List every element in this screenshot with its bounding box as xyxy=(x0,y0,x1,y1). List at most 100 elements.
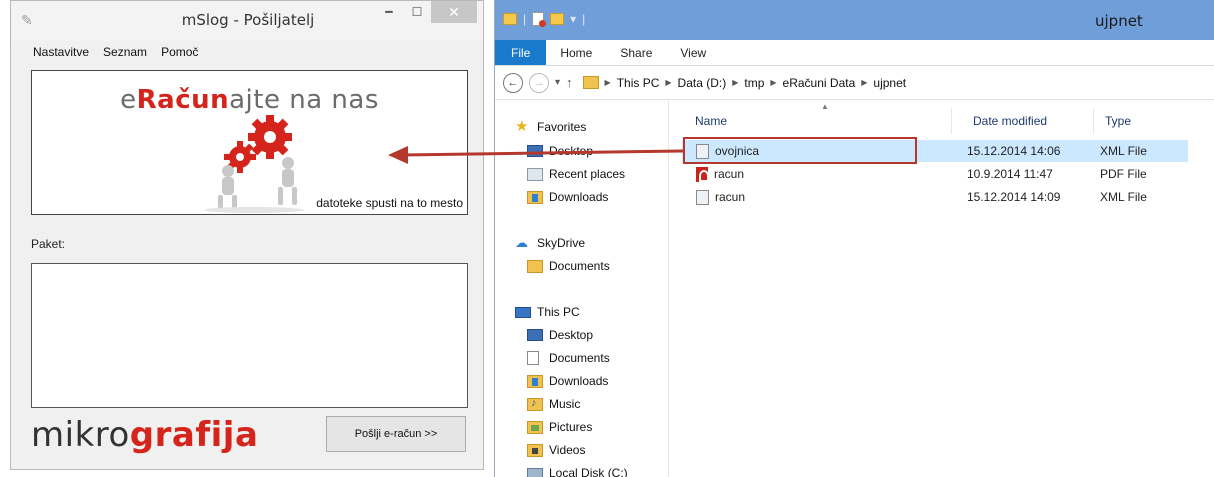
address-bar: ← → ▾ ↑ ▶ This PC ▶ Data (D:) ▶ tmp ▶ eR… xyxy=(495,66,1214,100)
column-divider[interactable] xyxy=(1093,108,1094,134)
navigation-pane[interactable]: ★ Favorites Desktop Recent places Downloa… xyxy=(495,100,669,477)
explorer-window-title: ujpnet xyxy=(1095,12,1143,30)
forward-button[interactable]: → xyxy=(529,72,549,93)
nav-pc-downloads[interactable]: Downloads xyxy=(527,374,608,388)
mslog-window-controls: ━ ☐ ✕ xyxy=(375,1,477,23)
tab-file[interactable]: File xyxy=(495,40,547,65)
paket-list[interactable] xyxy=(31,263,468,408)
folder-icon xyxy=(582,76,599,89)
brand-part-grafija: grafija xyxy=(129,415,259,455)
menu-pomoc[interactable]: Pomoč xyxy=(161,45,198,59)
file-drop-zone[interactable]: eRačunajte na nas datoteke spusti na to … xyxy=(31,70,468,215)
tab-home[interactable]: Home xyxy=(546,40,606,65)
customize-toolbar-icon[interactable]: ▾ xyxy=(570,12,576,26)
close-button[interactable]: ✕ xyxy=(431,1,477,23)
highlight-box xyxy=(683,137,917,164)
chevron-right-icon: ▶ xyxy=(732,78,739,87)
column-divider[interactable] xyxy=(951,108,952,134)
mslog-window: ✎ mSlog - Pošiljatelj ━ ☐ ✕ Nastavitve S… xyxy=(10,0,484,470)
banner-highlight: Račun xyxy=(136,85,230,115)
pictures-folder-icon xyxy=(527,420,543,434)
desktop-icon xyxy=(527,329,543,341)
drop-hint-text: datoteke spusti na to mesto xyxy=(316,196,463,210)
file-name: racun xyxy=(715,190,746,204)
column-header-type[interactable]: Type xyxy=(1105,114,1131,128)
mslog-titlebar[interactable]: ✎ mSlog - Pošiljatelj ━ ☐ ✕ xyxy=(11,1,483,41)
file-date-modified: 10.9.2014 11:47 xyxy=(967,167,1053,181)
back-button[interactable]: ← xyxy=(503,72,523,93)
maximize-button[interactable]: ☐ xyxy=(403,1,431,23)
star-icon: ★ xyxy=(515,118,529,135)
file-type: PDF File xyxy=(1100,167,1147,181)
nav-sky-documents[interactable]: Documents xyxy=(527,259,610,273)
music-folder-icon xyxy=(527,397,543,411)
xml-file-icon xyxy=(696,189,709,205)
tab-share[interactable]: Share xyxy=(606,40,666,65)
nav-pc-local-disk[interactable]: Local Disk (C:) xyxy=(527,466,628,477)
explorer-window: | ▾ | ujpnet File Home Share View ← → ▾ … xyxy=(494,0,1214,477)
column-header-name[interactable]: Name xyxy=(695,114,727,128)
menu-seznam[interactable]: Seznam xyxy=(103,45,147,59)
new-folder-icon[interactable] xyxy=(550,13,565,25)
maximize-icon: ☐ xyxy=(411,5,423,19)
nav-pc-videos[interactable]: Videos xyxy=(527,443,585,457)
pdf-file-icon xyxy=(696,166,709,182)
hard-disk-icon xyxy=(527,468,543,477)
mslog-menubar: Nastavitve Seznam Pomoč xyxy=(11,41,483,63)
breadcrumb-this-pc[interactable]: This PC xyxy=(617,76,660,90)
nav-fav-downloads[interactable]: Downloads xyxy=(527,190,608,204)
breadcrumb-tmp[interactable]: tmp xyxy=(744,76,764,90)
up-arrow-icon[interactable]: ↑ xyxy=(566,75,573,90)
minimize-icon: ━ xyxy=(385,5,393,19)
eracun-banner: eRačunajte na nas xyxy=(32,85,467,115)
nav-pc-music[interactable]: Music xyxy=(527,397,580,411)
breadcrumb-data-d[interactable]: Data (D:) xyxy=(678,76,727,90)
chevron-right-icon: ▶ xyxy=(604,78,611,87)
nav-pc-documents[interactable]: Documents xyxy=(527,351,610,365)
recent-locations-icon[interactable]: ▾ xyxy=(555,77,560,88)
quick-access-toolbar: | ▾ | xyxy=(503,12,585,27)
cloud-icon: ☁ xyxy=(515,235,528,250)
column-header-date-modified[interactable]: Date modified xyxy=(973,114,1047,128)
explorer-titlebar[interactable]: | ▾ | ujpnet xyxy=(495,0,1214,40)
minimize-button[interactable]: ━ xyxy=(375,1,403,23)
computer-icon xyxy=(515,306,531,318)
arrow-left-icon: ← xyxy=(507,76,519,89)
file-name: racun xyxy=(714,167,745,181)
nav-fav-recent-places[interactable]: Recent places xyxy=(527,167,625,181)
nav-fav-desktop[interactable]: Desktop xyxy=(527,144,593,158)
column-headers: ▲ Name Date modified Type xyxy=(669,100,1214,140)
downloads-folder-icon xyxy=(527,374,543,388)
breadcrumb[interactable]: ▶ This PC ▶ Data (D:) ▶ tmp ▶ eRačuni Da… xyxy=(582,76,906,90)
chevron-right-icon: ▶ xyxy=(861,78,868,87)
nav-favorites[interactable]: ★ Favorites xyxy=(515,118,586,135)
file-date-modified: 15.12.2014 14:09 xyxy=(967,190,1061,204)
folder-icon xyxy=(527,259,543,273)
file-date-modified: 15.12.2014 14:06 xyxy=(967,144,1061,158)
videos-folder-icon xyxy=(527,443,543,457)
chevron-right-icon: ▶ xyxy=(665,78,672,87)
close-icon: ✕ xyxy=(448,3,460,20)
chevron-right-icon: ▶ xyxy=(770,78,777,87)
breadcrumb-eracuni-data[interactable]: eRačuni Data xyxy=(783,76,856,90)
downloads-folder-icon xyxy=(527,190,543,204)
nav-this-pc[interactable]: This PC xyxy=(515,305,580,319)
nav-pc-desktop[interactable]: Desktop xyxy=(527,328,593,342)
nav-skydrive[interactable]: ☁ SkyDrive xyxy=(515,235,585,251)
sort-ascending-icon: ▲ xyxy=(821,102,829,111)
brand-part-mikro: mikro xyxy=(31,415,130,455)
properties-icon[interactable] xyxy=(532,12,547,27)
gears-illustration-icon xyxy=(204,115,304,213)
documents-icon xyxy=(527,351,539,365)
paket-label: Paket: xyxy=(31,237,66,251)
file-row[interactable]: racun 15.12.2014 14:09 XML File xyxy=(682,186,1188,208)
banner-prefix: e xyxy=(120,85,137,115)
banner-suffix: ajte na nas xyxy=(229,85,379,115)
breadcrumb-ujpnet[interactable]: ujpnet xyxy=(873,76,906,90)
folder-icon xyxy=(503,13,517,25)
menu-nastavitve[interactable]: Nastavitve xyxy=(33,45,89,59)
tab-view[interactable]: View xyxy=(666,40,720,65)
nav-pc-pictures[interactable]: Pictures xyxy=(527,420,592,434)
send-eracun-button[interactable]: Pošlji e-račun >> xyxy=(326,416,466,452)
file-row[interactable]: racun 10.9.2014 11:47 PDF File xyxy=(682,163,1188,185)
